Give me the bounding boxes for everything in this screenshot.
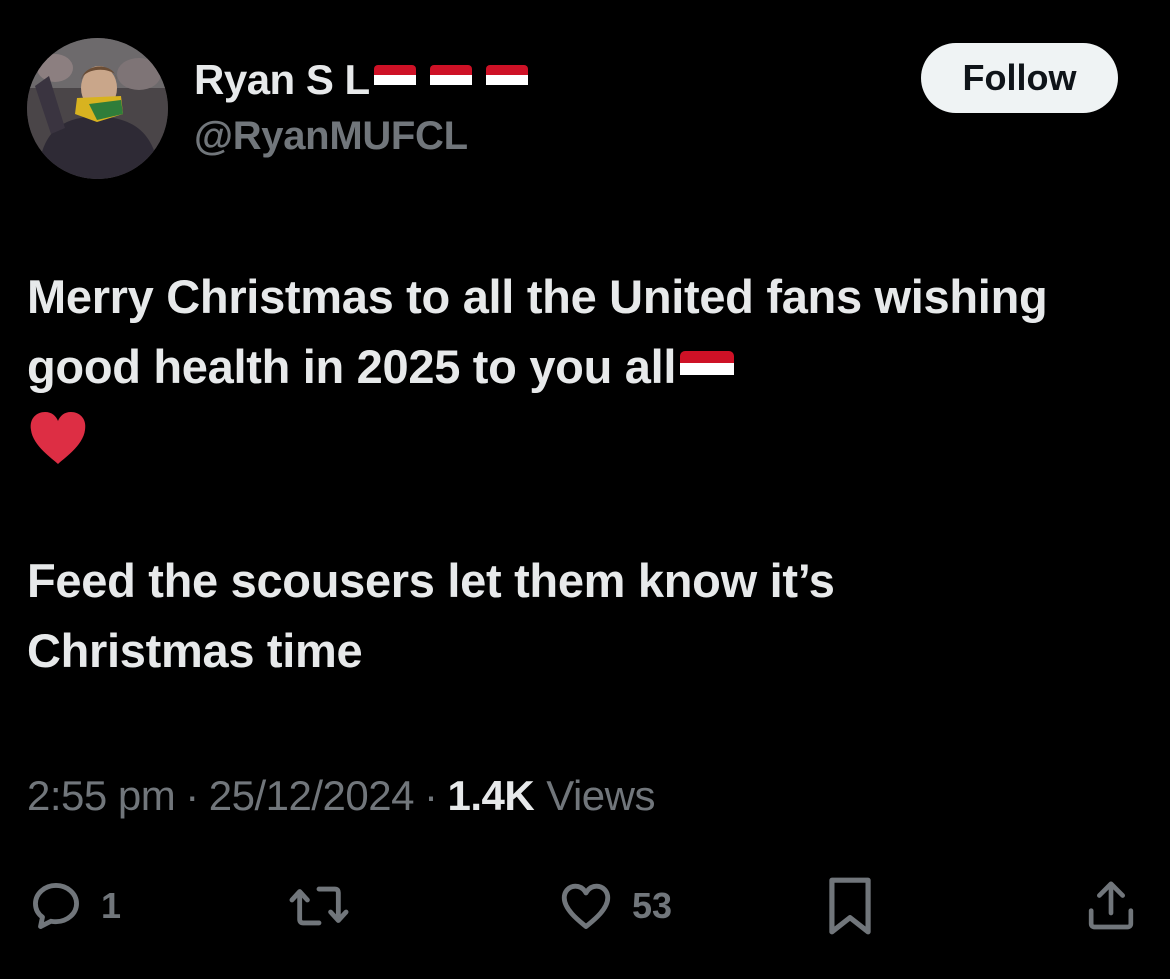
bookmark-button[interactable] — [824, 870, 876, 942]
meta-separator: · — [423, 772, 438, 819]
meta-separator: · — [185, 772, 199, 819]
views-count: 1.4K — [447, 772, 535, 819]
tweet-date[interactable]: 25/12/2024 — [209, 772, 415, 820]
views-label: Views — [546, 772, 655, 819]
reply-icon — [33, 883, 79, 929]
avatar-image — [27, 38, 168, 179]
reply-count: 1 — [101, 885, 122, 926]
share-icon — [1088, 881, 1134, 930]
tweet-text: Merry Christmas to all the United fans w… — [27, 262, 1127, 686]
tweet-paragraph-1-text: Merry Christmas to all the United fans w… — [27, 270, 1048, 393]
tweet-paragraph-1: Merry Christmas to all the United fans w… — [27, 262, 1127, 470]
like-count: 53 — [632, 885, 673, 926]
name-flags — [373, 65, 528, 95]
retweet-icon — [289, 886, 349, 926]
flag-icon — [373, 65, 416, 95]
author-handle[interactable]: @RyanMUFCL — [194, 114, 468, 159]
retweet-button[interactable] — [286, 870, 368, 942]
author-display-name[interactable]: Ryan S L — [194, 56, 370, 104]
flag-icon — [485, 65, 528, 95]
red-heart-emoji — [27, 408, 89, 470]
author-name-row[interactable]: Ryan S L — [194, 52, 528, 108]
tweet-time[interactable]: 2:55 pm — [27, 772, 176, 820]
tweet-paragraph-2: Feed the scousers let them know it’s Chr… — [27, 554, 835, 677]
flag-icon — [680, 351, 735, 387]
avatar[interactable] — [27, 38, 168, 179]
action-bar: 1 53 — [0, 870, 1170, 942]
tweet-meta: 2:55 pm · 25/12/2024 · 1.4K Views — [27, 772, 655, 820]
share-button[interactable] — [1083, 870, 1139, 942]
like-button[interactable]: 53 — [556, 870, 672, 942]
flag-icon — [429, 65, 472, 95]
reply-button[interactable]: 1 — [27, 870, 121, 942]
follow-button[interactable]: Follow — [921, 43, 1118, 113]
tweet-card[interactable]: Ryan S L @RyanMUFCL Follow Merry Christm… — [0, 0, 1170, 979]
bookmark-icon — [829, 877, 871, 935]
heart-icon — [561, 883, 611, 929]
